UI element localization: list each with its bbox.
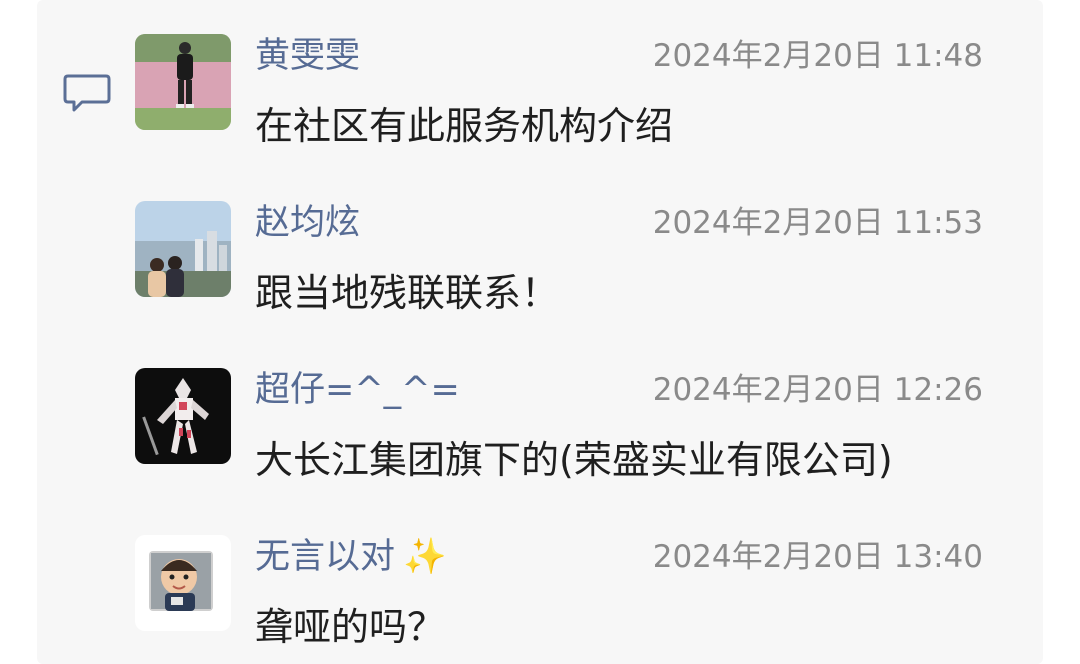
person-standing-in-pink-grass-avatar[interactable] bbox=[135, 34, 231, 130]
comment-text: 聋哑的吗？ bbox=[255, 605, 446, 649]
comment-timestamp: 2024年2月20日 11:48 bbox=[652, 38, 983, 74]
comment-item: 赵均炫 2024年2月20日 11:53 跟当地残联联系！ bbox=[135, 201, 1015, 315]
sparkle-icon: ✨ bbox=[403, 537, 447, 577]
comment-item: 超仔=^_^= 2024年2月20日 12:26 大长江集团旗下的(荣盛实业有限… bbox=[135, 368, 1015, 482]
comment-timestamp: 2024年2月20日 11:53 bbox=[652, 205, 983, 241]
baby-photo-avatar[interactable] bbox=[135, 535, 231, 631]
commenter-name[interactable]: 无言以对 ✨ bbox=[255, 535, 447, 579]
couple-city-view-avatar[interactable] bbox=[135, 201, 231, 297]
comment-item: 无言以对 ✨ 2024年2月20日 13:40 聋哑的吗？ bbox=[135, 535, 1015, 649]
commenter-name[interactable]: 黄雯雯 bbox=[255, 34, 360, 78]
comment-text: 大长江集团旗下的(荣盛实业有限公司) bbox=[255, 438, 893, 482]
comment-timestamp: 2024年2月20日 12:26 bbox=[652, 372, 983, 408]
comment-item: 黄雯雯 2024年2月20日 11:48 在社区有此服务机构介绍 bbox=[135, 34, 1015, 148]
robot-figure-avatar[interactable] bbox=[135, 368, 231, 464]
commenter-name[interactable]: 赵均炫 bbox=[255, 201, 360, 245]
comment-text: 跟当地残联联系！ bbox=[255, 271, 560, 315]
comment-timestamp: 2024年2月20日 13:40 bbox=[652, 539, 983, 575]
comment-text: 在社区有此服务机构介绍 bbox=[255, 104, 674, 148]
commenter-name-text: 无言以对 bbox=[255, 537, 396, 577]
commenter-name[interactable]: 超仔=^_^= bbox=[255, 368, 460, 412]
comment-icon[interactable] bbox=[62, 72, 112, 116]
